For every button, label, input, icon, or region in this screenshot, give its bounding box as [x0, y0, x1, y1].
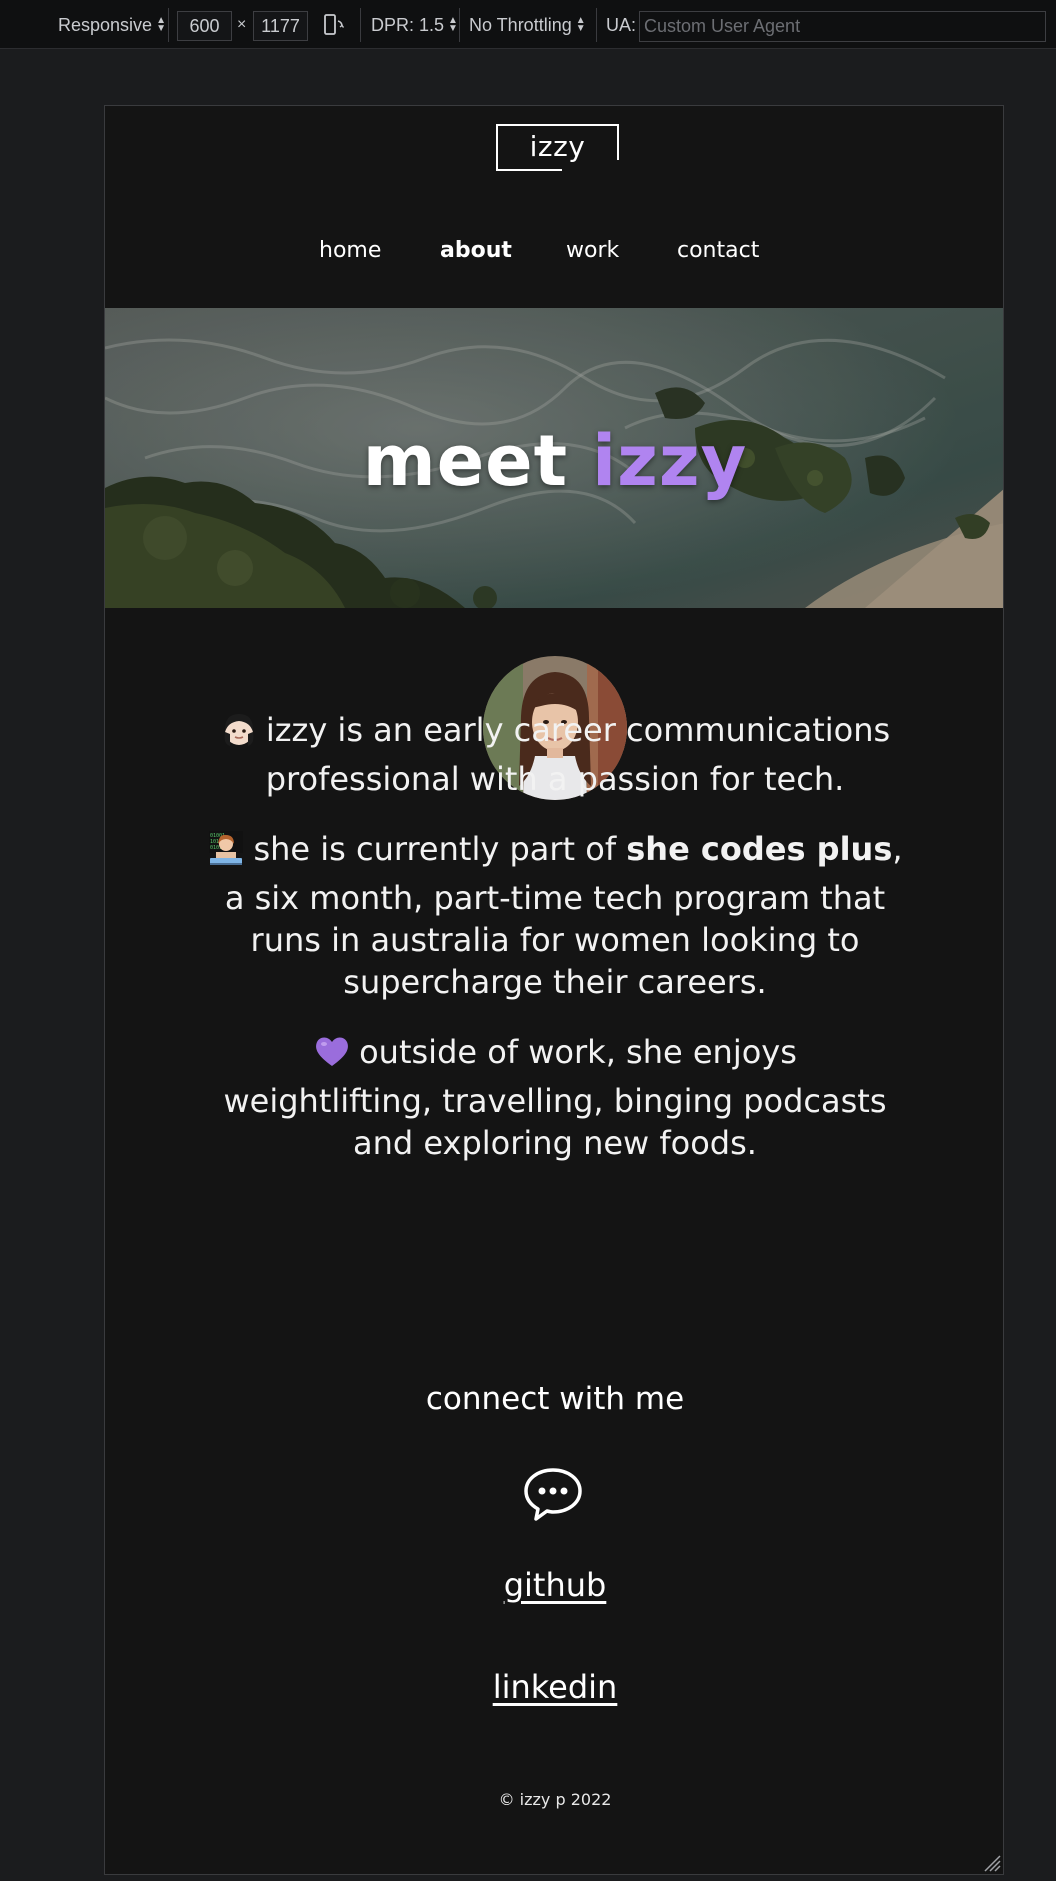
select-arrows-icon: ▲ ▼ [448, 15, 458, 34]
woman-technologist-emoji: 01001 10110 01011 [207, 829, 245, 877]
device-mode-select[interactable]: Responsive ▲ ▼ [58, 11, 166, 39]
hero-title-accent: izzy [592, 420, 748, 502]
viewport-height-input[interactable]: 1177 [253, 11, 308, 41]
chat-bubble-icon [524, 1468, 582, 1521]
viewport-width-value: 600 [189, 15, 220, 36]
toolbar-divider [596, 8, 597, 42]
bio-paragraph-2: 01001 10110 01011 she is currently part of… [205, 828, 905, 1003]
throttling-label: No Throttling [469, 14, 572, 35]
nav-about[interactable]: about [440, 238, 512, 263]
dpr-label: DPR: 1.5 [371, 14, 445, 35]
woman-emoji [220, 710, 258, 758]
dimension-separator: × [237, 16, 247, 33]
site-logo[interactable]: izzy [496, 124, 619, 171]
bio-text-1: izzy is an early career communications p… [265, 711, 891, 798]
rotate-device-icon [324, 14, 345, 35]
github-link[interactable]: github [504, 1566, 607, 1604]
footer-copyright: © izzy p 2022 [498, 1790, 612, 1809]
user-agent-input[interactable]: Custom User Agent [639, 11, 1046, 42]
connect-title: connect with me [425, 1381, 685, 1417]
resize-handle-icon[interactable] [981, 1852, 1001, 1872]
linkedin-link-row: linkedin [105, 1668, 1003, 1706]
device-mode-label: Responsive [58, 14, 153, 35]
she-codes-plus: she codes plus [626, 830, 893, 868]
toolbar-divider [168, 8, 169, 42]
hero-title: meet izzy [105, 308, 1003, 608]
bio-paragraph-1: izzy is an early career communications p… [205, 709, 905, 800]
nav-contact[interactable]: contact [677, 238, 759, 263]
viewport-height-value: 1177 [261, 15, 300, 36]
github-link-row: github [105, 1566, 1003, 1604]
purple-heart-emoji [313, 1032, 351, 1080]
rotate-device-button[interactable] [322, 11, 346, 39]
responsive-viewport: izzy home about work contact meet izzy i… [104, 105, 1004, 1875]
select-arrows-icon: ▲ ▼ [575, 15, 586, 34]
select-arrows-icon: ▲ ▼ [156, 15, 166, 34]
toolbar-divider [459, 8, 460, 42]
bio-text-2-before: she is currently part of [253, 830, 627, 868]
dpr-select[interactable]: DPR: 1.5 ▲ ▼ [371, 11, 458, 39]
bio-paragraph-3: outside of work, she enjoys weightliftin… [205, 1031, 905, 1164]
main-nav: home about work contact [105, 234, 1003, 274]
hero-banner: meet izzy [105, 308, 1003, 608]
devtools-toolbar: Responsive ▲ ▼ 600 × 1177 DPR: 1.5 ▲ ▼ No … [0, 0, 1056, 49]
nav-work[interactable]: work [566, 238, 619, 263]
ua-label: UA: [606, 14, 637, 35]
hero-title-plain: meet [362, 420, 569, 502]
nav-home[interactable]: home [319, 238, 381, 263]
toolbar-divider [360, 8, 361, 42]
viewport-width-input[interactable]: 600 [177, 11, 232, 41]
user-agent-placeholder: Custom User Agent [644, 16, 801, 36]
throttling-select[interactable]: No Throttling ▲ ▼ [469, 11, 586, 39]
linkedin-link[interactable]: linkedin [493, 1668, 618, 1706]
